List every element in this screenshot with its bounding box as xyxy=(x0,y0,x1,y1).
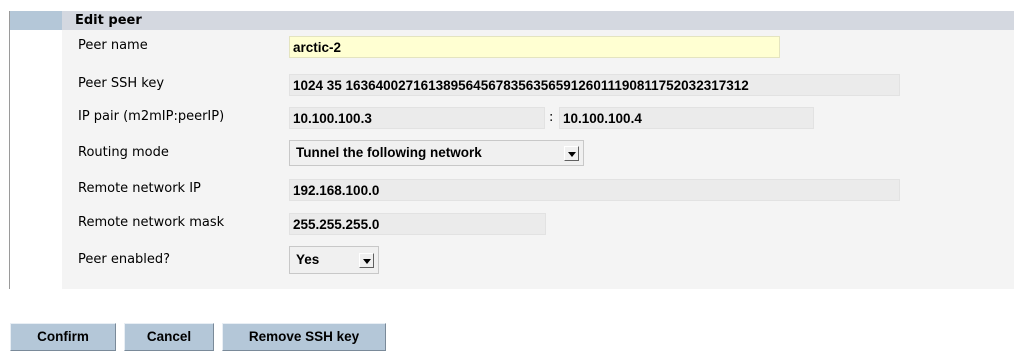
remote-mask-input[interactable]: 255.255.255.0 xyxy=(289,213,546,235)
ip-pair-label: IP pair (m2mIP:peerIP) xyxy=(78,109,225,124)
ssh-key-label: Peer SSH key xyxy=(78,76,165,91)
header-accent xyxy=(10,11,62,30)
routing-mode-select[interactable]: Tunnel the following network xyxy=(289,140,584,166)
enabled-label: Peer enabled? xyxy=(78,252,171,267)
row-remote-mask: Remote network mask 255.255.255.0 xyxy=(62,213,1014,237)
peer-name-label: Peer name xyxy=(78,38,148,53)
ssh-key-input[interactable]: 1024 35 16364002716138956456783563565912… xyxy=(289,74,900,96)
row-ip-pair: IP pair (m2mIP:peerIP) 10.100.100.3 : 10… xyxy=(62,107,1014,131)
row-enabled: Peer enabled? Yes xyxy=(62,246,1014,274)
ip-separator: : xyxy=(549,110,554,125)
remote-ip-label: Remote network IP xyxy=(78,181,201,196)
row-ssh-key: Peer SSH key 1024 35 1636400271613895645… xyxy=(62,74,1014,98)
row-routing-mode: Routing mode Tunnel the following networ… xyxy=(62,140,1014,166)
routing-mode-label: Routing mode xyxy=(78,145,169,160)
cancel-button[interactable]: Cancel xyxy=(124,323,214,351)
remote-ip-input[interactable]: 192.168.100.0 xyxy=(289,179,900,201)
row-peer-name: Peer name arctic-2 xyxy=(62,36,1014,60)
peer-ip-input[interactable]: 10.100.100.4 xyxy=(559,107,814,129)
chevron-down-icon[interactable] xyxy=(359,253,374,268)
chevron-down-icon[interactable] xyxy=(564,146,579,161)
enabled-select[interactable]: Yes xyxy=(289,246,379,274)
peer-name-input[interactable]: arctic-2 xyxy=(289,36,780,58)
form-title: Edit peer xyxy=(62,11,1014,30)
remove-ssh-key-button[interactable]: Remove SSH key xyxy=(222,323,386,351)
routing-mode-value: Tunnel the following network xyxy=(296,145,482,160)
form-body: Peer name arctic-2 Peer SSH key 1024 35 … xyxy=(62,30,1014,289)
enabled-value: Yes xyxy=(296,252,320,267)
row-remote-ip: Remote network IP 192.168.100.0 xyxy=(62,179,1014,203)
confirm-button[interactable]: Confirm xyxy=(10,323,116,351)
m2m-ip-input[interactable]: 10.100.100.3 xyxy=(289,107,545,129)
remote-mask-label: Remote network mask xyxy=(78,215,225,230)
